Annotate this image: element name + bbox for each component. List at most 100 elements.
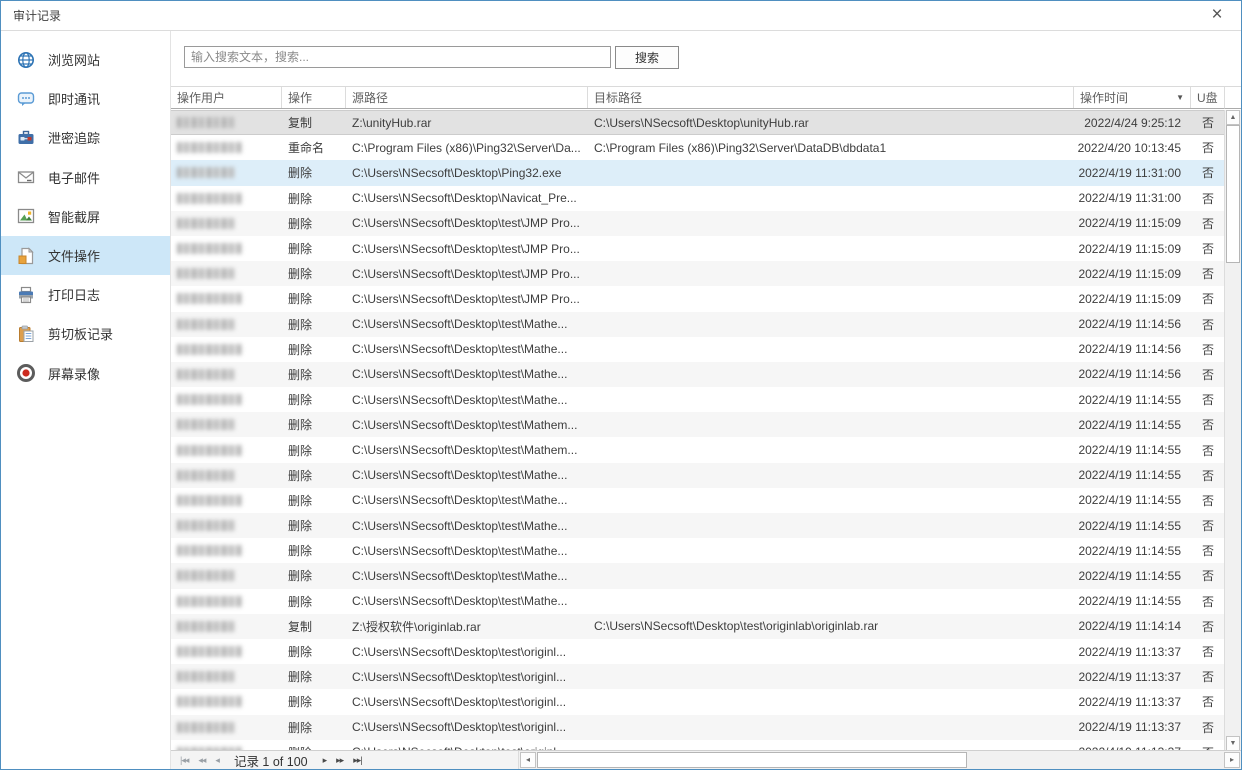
table-row[interactable]: 删除C:\Users\NSecsoft\Desktop\test\Mathe..… — [171, 362, 1226, 387]
cell-operation: 删除 — [282, 387, 346, 412]
printer-icon — [17, 286, 35, 304]
cell-user — [171, 111, 282, 134]
table-row[interactable]: 删除C:\Users\NSecsoft\Desktop\test\JMP Pro… — [171, 236, 1226, 261]
clipboard-icon — [17, 325, 35, 343]
table-row[interactable]: 删除C:\Users\NSecsoft\Desktop\test\Mathem.… — [171, 437, 1226, 462]
cell-user — [171, 563, 282, 588]
column-header-label: 操作 — [288, 89, 312, 106]
pager-fast-next-button[interactable]: ▸▸ — [331, 755, 348, 766]
cell-user — [171, 236, 282, 261]
sidebar-item-6[interactable]: 文件操作 — [1, 236, 170, 275]
cell-operation: 删除 — [282, 715, 346, 740]
horizontal-scroll-thumb[interactable] — [537, 752, 967, 768]
table-row[interactable]: 删除C:\Users\NSecsoft\Desktop\test\Mathe..… — [171, 387, 1226, 412]
sidebar: 浏览网站即时通讯泄密追踪电子邮件智能截屏文件操作打印日志剪切板记录屏幕录像 — [1, 31, 171, 769]
scroll-right-icon[interactable]: ▸ — [1224, 752, 1240, 768]
sidebar-item-9[interactable]: 屏幕录像 — [1, 354, 170, 393]
table-row[interactable]: 删除C:\Users\NSecsoft\Desktop\test\Mathe..… — [171, 538, 1226, 563]
sidebar-item-7[interactable]: 打印日志 — [1, 275, 170, 314]
pager-last-button[interactable]: ▸▸| — [348, 755, 366, 766]
table-row[interactable]: 删除C:\Users\NSecsoft\Desktop\test\Mathe..… — [171, 488, 1226, 513]
table-row[interactable]: 删除C:\Users\NSecsoft\Desktop\test\Mathe..… — [171, 463, 1226, 488]
cell-target-path: C:\Program Files (x86)\Ping32\Server\Dat… — [588, 135, 1074, 160]
window-title: 审计记录 — [13, 1, 61, 31]
table-row[interactable]: 删除C:\Users\NSecsoft\Desktop\test\originl… — [171, 715, 1226, 740]
sidebar-item-1[interactable]: 浏览网站 — [1, 40, 170, 79]
table-row[interactable]: 删除C:\Users\NSecsoft\Desktop\Navicat_Pre.… — [171, 186, 1226, 211]
cell-operation: 删除 — [282, 689, 346, 714]
table-row[interactable]: 重命名C:\Program Files (x86)\Ping32\Server\… — [171, 135, 1226, 160]
column-header-src[interactable]: 源路径 — [346, 87, 588, 108]
cell-user — [171, 337, 282, 362]
cell-user — [171, 639, 282, 664]
column-header-dst[interactable]: 目标路径 — [588, 87, 1074, 108]
user-blurred — [177, 344, 242, 355]
sidebar-item-5[interactable]: 智能截屏 — [1, 197, 170, 236]
column-header-op[interactable]: 操作 — [282, 87, 346, 108]
vertical-scroll-thumb[interactable] — [1226, 125, 1240, 263]
cell-time: 2022/4/19 11:15:09 — [1074, 261, 1191, 286]
table-row[interactable]: 删除C:\Users\NSecsoft\Desktop\test\originl… — [171, 689, 1226, 714]
pager: |◂◂◂◂◂记录 1 of 100▸▸▸▸▸| — [175, 751, 367, 769]
table-row[interactable]: 删除C:\Users\NSecsoft\Desktop\test\JMP Pro… — [171, 286, 1226, 311]
cell-operation: 删除 — [282, 639, 346, 664]
table-row[interactable]: 删除C:\Users\NSecsoft\Desktop\test\originl… — [171, 664, 1226, 689]
cell-usb: 否 — [1191, 715, 1225, 740]
sidebar-item-4[interactable]: 电子邮件 — [1, 158, 170, 197]
cell-operation: 删除 — [282, 211, 346, 236]
table-row[interactable]: 删除C:\Users\NSecsoft\Desktop\test\Mathem.… — [171, 412, 1226, 437]
scrollbar-corner — [1224, 86, 1241, 109]
table-row[interactable]: 删除C:\Users\NSecsoft\Desktop\test\Mathe..… — [171, 589, 1226, 614]
cell-source-path: C:\Users\NSecsoft\Desktop\test\JMP Pro..… — [346, 286, 588, 311]
table-row[interactable]: 复制Z:\unityHub.rarC:\Users\NSecsoft\Deskt… — [171, 110, 1226, 135]
table-row[interactable]: 删除C:\Users\NSecsoft\Desktop\test\Mathe..… — [171, 337, 1226, 362]
cell-time: 2022/4/19 11:14:56 — [1074, 312, 1191, 337]
cell-usb: 否 — [1191, 689, 1225, 714]
user-blurred — [177, 671, 235, 682]
table-row[interactable]: 删除C:\Users\NSecsoft\Desktop\Ping32.exe20… — [171, 160, 1226, 185]
cell-user — [171, 664, 282, 689]
sidebar-item-3[interactable]: 泄密追踪 — [1, 118, 170, 157]
table-row[interactable]: 复制Z:\授权软件\originlab.rarC:\Users\NSecsoft… — [171, 614, 1226, 639]
globe-icon — [17, 51, 35, 69]
cell-time: 2022/4/19 11:14:55 — [1074, 563, 1191, 588]
search-input[interactable] — [184, 46, 611, 68]
column-header-label: 源路径 — [352, 89, 388, 106]
column-header-user[interactable]: 操作用户 — [171, 87, 282, 108]
pager-bar: |◂◂◂◂◂记录 1 of 100▸▸▸▸▸| ◂ ▸ — [171, 750, 1241, 769]
table-row[interactable]: 删除C:\Users\NSecsoft\Desktop\test\Mathe..… — [171, 563, 1226, 588]
cell-usb: 否 — [1191, 135, 1225, 160]
cell-time: 2022/4/24 9:25:12 — [1074, 111, 1191, 134]
table-row[interactable]: 删除C:\Users\NSecsoft\Desktop\test\JMP Pro… — [171, 211, 1226, 236]
column-header-usb[interactable]: U盘 — [1191, 87, 1225, 108]
cell-source-path: C:\Users\NSecsoft\Desktop\test\Mathe... — [346, 312, 588, 337]
chat-icon — [17, 90, 35, 108]
table-row[interactable]: 删除C:\Users\NSecsoft\Desktop\test\originl… — [171, 639, 1226, 664]
search-button[interactable]: 搜索 — [615, 46, 679, 69]
horizontal-scrollbar[interactable]: ◂ ▸ — [518, 751, 1241, 769]
scroll-left-icon[interactable]: ◂ — [520, 752, 536, 768]
sidebar-item-8[interactable]: 剪切板记录 — [1, 314, 170, 353]
cell-target-path — [588, 261, 1074, 286]
cell-user — [171, 412, 282, 437]
table-row[interactable]: 删除C:\Users\NSecsoft\Desktop\test\Mathe..… — [171, 513, 1226, 538]
user-blurred — [177, 243, 242, 254]
cell-time: 2022/4/19 11:13:37 — [1074, 639, 1191, 664]
scroll-up-icon[interactable]: ▲ — [1226, 110, 1240, 125]
cell-target-path — [588, 513, 1074, 538]
scroll-down-icon[interactable]: ▼ — [1226, 736, 1240, 751]
sidebar-item-2[interactable]: 即时通讯 — [1, 79, 170, 118]
vertical-scrollbar[interactable]: ▲ ▼ — [1224, 110, 1241, 751]
table-row[interactable]: 删除C:\Users\NSecsoft\Desktop\test\JMP Pro… — [171, 261, 1226, 286]
user-blurred — [177, 293, 242, 304]
close-icon[interactable]: × — [1201, 1, 1233, 31]
cell-user — [171, 211, 282, 236]
cell-source-path: C:\Users\NSecsoft\Desktop\test\Mathe... — [346, 538, 588, 563]
column-header-label: U盘 — [1197, 89, 1218, 106]
user-blurred — [177, 218, 235, 229]
column-header-time[interactable]: 操作时间▼ — [1074, 87, 1191, 108]
pager-next-button[interactable]: ▸ — [318, 755, 332, 766]
mail-icon — [17, 168, 35, 186]
sidebar-item-label: 打印日志 — [48, 285, 100, 304]
table-row[interactable]: 删除C:\Users\NSecsoft\Desktop\test\Mathe..… — [171, 312, 1226, 337]
